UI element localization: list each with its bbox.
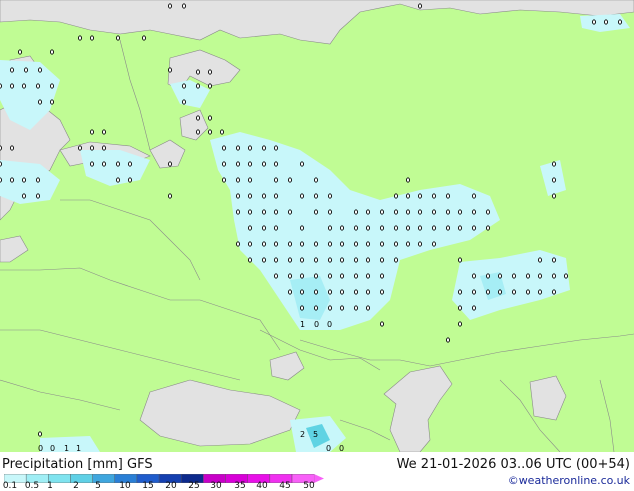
map-footer: Precipitation [mm] GFS We 21-01-2026 03.…: [0, 452, 634, 491]
arctic-sea: [0, 0, 634, 45]
sea-of-azov: [269, 351, 305, 381]
caspian-sea: [383, 365, 453, 452]
map-canvas: 1 0 0 2 5 0 0 0 0 1 1: [0, 0, 634, 452]
station-value: 0: [50, 444, 55, 452]
station-value: 0: [38, 444, 43, 452]
lake-onega: [179, 109, 209, 141]
station-value: 0: [339, 444, 344, 452]
station-value: 1: [64, 444, 69, 452]
station-value: 1: [76, 444, 81, 452]
north-sea: [0, 235, 29, 263]
precipitation-map: 1 0 0 2 5 0 0 0 0 1 1: [0, 0, 634, 452]
station-value: 2: [300, 430, 305, 439]
map-title: Precipitation [mm] GFS: [2, 457, 153, 472]
station-value: 0: [314, 320, 319, 329]
station-value: 5: [313, 430, 318, 439]
lake-ladoga: [149, 139, 186, 169]
valid-time: We 21-01-2026 03..06 UTC (00+54): [396, 457, 630, 472]
credit-link[interactable]: ©weatheronline.co.uk: [508, 474, 630, 487]
station-value: 0: [326, 444, 331, 452]
station-value: 0: [327, 320, 332, 329]
aral-sea: [529, 375, 567, 421]
black-sea: [139, 379, 301, 447]
station-value: 1: [300, 320, 305, 329]
